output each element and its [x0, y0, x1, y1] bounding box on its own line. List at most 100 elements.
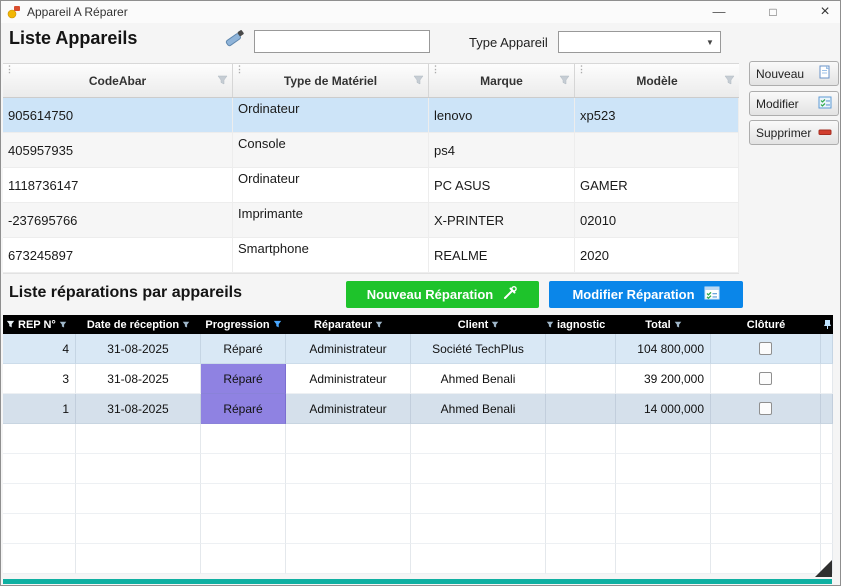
cell-reparateur[interactable]: Administrateur [286, 394, 411, 424]
reparation-row[interactable]: 4 31-08-2025 Réparé Administrateur Socié… [3, 334, 833, 364]
nouveau-button[interactable]: Nouveau [749, 61, 839, 86]
cell-modele[interactable]: GAMER [575, 168, 739, 202]
active-filter-icon[interactable] [273, 320, 282, 329]
column-filter-icon[interactable] [674, 321, 682, 329]
cell-total[interactable]: 39 200,000 [616, 364, 711, 394]
filter-icon[interactable] [724, 75, 735, 86]
column-header-reparateur[interactable]: Réparateur [286, 315, 411, 334]
header-grip-icon: ⋮ [431, 64, 440, 75]
cloture-checkbox[interactable] [759, 342, 772, 355]
minimize-button[interactable]: — [704, 1, 734, 23]
cell-client[interactable]: Ahmed Benali [411, 394, 546, 424]
maximize-button[interactable]: □ [758, 1, 788, 23]
appareil-row-selected[interactable]: 905614750 Ordinateur lenovo xp523 [3, 98, 739, 133]
cell-codeabar[interactable]: 905614750 [3, 98, 233, 132]
column-header-client[interactable]: Client [411, 315, 546, 334]
cell-modele[interactable]: 02010 [575, 203, 739, 237]
edit-form-icon [704, 286, 720, 303]
cell-diagnostic[interactable] [546, 334, 616, 364]
cell-reparateur[interactable]: Administrateur [286, 364, 411, 394]
appareil-row[interactable]: -237695766 Imprimante X-PRINTER 02010 [3, 203, 739, 238]
resize-grip[interactable] [815, 560, 832, 577]
column-filter-icon[interactable] [182, 321, 190, 329]
cell-date[interactable]: 31-08-2025 [76, 364, 201, 394]
appareil-row[interactable]: 673245897 Smartphone REALME 2020 [3, 238, 739, 273]
cell-modele[interactable]: 2020 [575, 238, 739, 272]
filter-icon[interactable] [413, 75, 424, 86]
cell-marque[interactable]: ps4 [429, 133, 575, 167]
appareil-row[interactable]: 1118736147 Ordinateur PC ASUS GAMER [3, 168, 739, 203]
empty-row [3, 514, 833, 544]
cell-rep[interactable]: 4 [3, 334, 76, 364]
cell-diagnostic[interactable] [546, 364, 616, 394]
cell-client[interactable]: Ahmed Benali [411, 364, 546, 394]
column-filter-icon[interactable] [491, 321, 499, 329]
cell-type[interactable]: Imprimante [233, 203, 429, 237]
grid-filter-icon[interactable] [6, 320, 15, 329]
close-button[interactable]: × [810, 1, 840, 23]
appareils-heading: Liste Appareils [9, 28, 137, 49]
column-filter-icon[interactable] [59, 321, 67, 329]
dropdown-arrow-icon[interactable]: ▼ [701, 33, 719, 51]
cell-date[interactable]: 31-08-2025 [76, 394, 201, 424]
cell-date[interactable]: 31-08-2025 [76, 334, 201, 364]
app-window: Appareil A Réparer — □ × Liste Appareils… [0, 0, 841, 586]
column-filter-icon[interactable] [546, 321, 554, 329]
cell-diagnostic[interactable] [546, 394, 616, 424]
cell-marque[interactable]: PC ASUS [429, 168, 575, 202]
column-header-codeabar[interactable]: ⋮ CodeAbar [3, 64, 233, 97]
cell-marque[interactable]: X-PRINTER [429, 203, 575, 237]
modifier-button[interactable]: Modifier [749, 91, 839, 116]
cell-marque[interactable]: lenovo [429, 98, 575, 132]
cell-codeabar[interactable]: 405957935 [3, 133, 233, 167]
reparation-row[interactable]: 3 31-08-2025 Réparé Administrateur Ahmed… [3, 364, 833, 394]
cell-codeabar[interactable]: -237695766 [3, 203, 233, 237]
reparations-grid-header: REP N° Date de réception Progression Rép… [3, 315, 833, 334]
cell-progression[interactable]: Réparé [201, 364, 286, 394]
column-filter-icon[interactable] [375, 321, 383, 329]
column-header-type[interactable]: ⋮ Type de Matériel [233, 64, 429, 97]
filter-icon[interactable] [559, 75, 570, 86]
supprimer-button[interactable]: Supprimer [749, 120, 839, 145]
type-appareil-select[interactable]: ▼ [558, 31, 721, 53]
cell-progression[interactable]: Réparé [201, 394, 286, 424]
cell-client[interactable]: Société TechPlus [411, 334, 546, 364]
cell-total[interactable]: 14 000,000 [616, 394, 711, 424]
column-header-progression[interactable]: Progression [201, 315, 286, 334]
cell-codeabar[interactable]: 1118736147 [3, 168, 233, 202]
cloture-checkbox[interactable] [759, 402, 772, 415]
header-pin-icon[interactable] [821, 315, 833, 334]
cell-rep[interactable]: 1 [3, 394, 76, 424]
column-header-modele[interactable]: ⋮ Modèle [575, 64, 739, 97]
cell-type[interactable]: Console [233, 133, 429, 167]
cell-codeabar[interactable]: 673245897 [3, 238, 233, 272]
empty-row [3, 454, 833, 484]
column-header-total[interactable]: Total [616, 315, 711, 334]
search-input[interactable] [254, 30, 430, 53]
cloture-checkbox[interactable] [759, 372, 772, 385]
cell-reparateur[interactable]: Administrateur [286, 334, 411, 364]
cell-type[interactable]: Ordinateur [233, 98, 429, 132]
column-header-date[interactable]: Date de réception [76, 315, 201, 334]
cell-type[interactable]: Smartphone [233, 238, 429, 272]
column-header-diagnostic[interactable]: iagnostic [546, 315, 616, 334]
delete-minus-icon [818, 126, 832, 140]
nouveau-reparation-button[interactable]: Nouveau Réparation [346, 281, 539, 308]
cell-filler [821, 364, 833, 394]
filter-icon[interactable] [217, 75, 228, 86]
reparation-row[interactable]: 1 31-08-2025 Réparé Administrateur Ahmed… [3, 394, 833, 424]
cell-modele[interactable] [575, 133, 739, 167]
appareil-row[interactable]: 405957935 Console ps4 [3, 133, 739, 168]
empty-row [3, 424, 833, 454]
column-header-marque[interactable]: ⋮ Marque [429, 64, 575, 97]
cell-progression[interactable]: Réparé [201, 334, 286, 364]
header-grip-icon: ⋮ [577, 64, 586, 75]
modifier-reparation-button[interactable]: Modifier Réparation [549, 281, 743, 308]
column-header-cloture[interactable]: Clôturé [711, 315, 821, 334]
cell-total[interactable]: 104 800,000 [616, 334, 711, 364]
cell-type[interactable]: Ordinateur [233, 168, 429, 202]
column-header-rep[interactable]: REP N° [3, 315, 76, 334]
cell-modele[interactable]: xp523 [575, 98, 739, 132]
cell-rep[interactable]: 3 [3, 364, 76, 394]
cell-marque[interactable]: REALME [429, 238, 575, 272]
